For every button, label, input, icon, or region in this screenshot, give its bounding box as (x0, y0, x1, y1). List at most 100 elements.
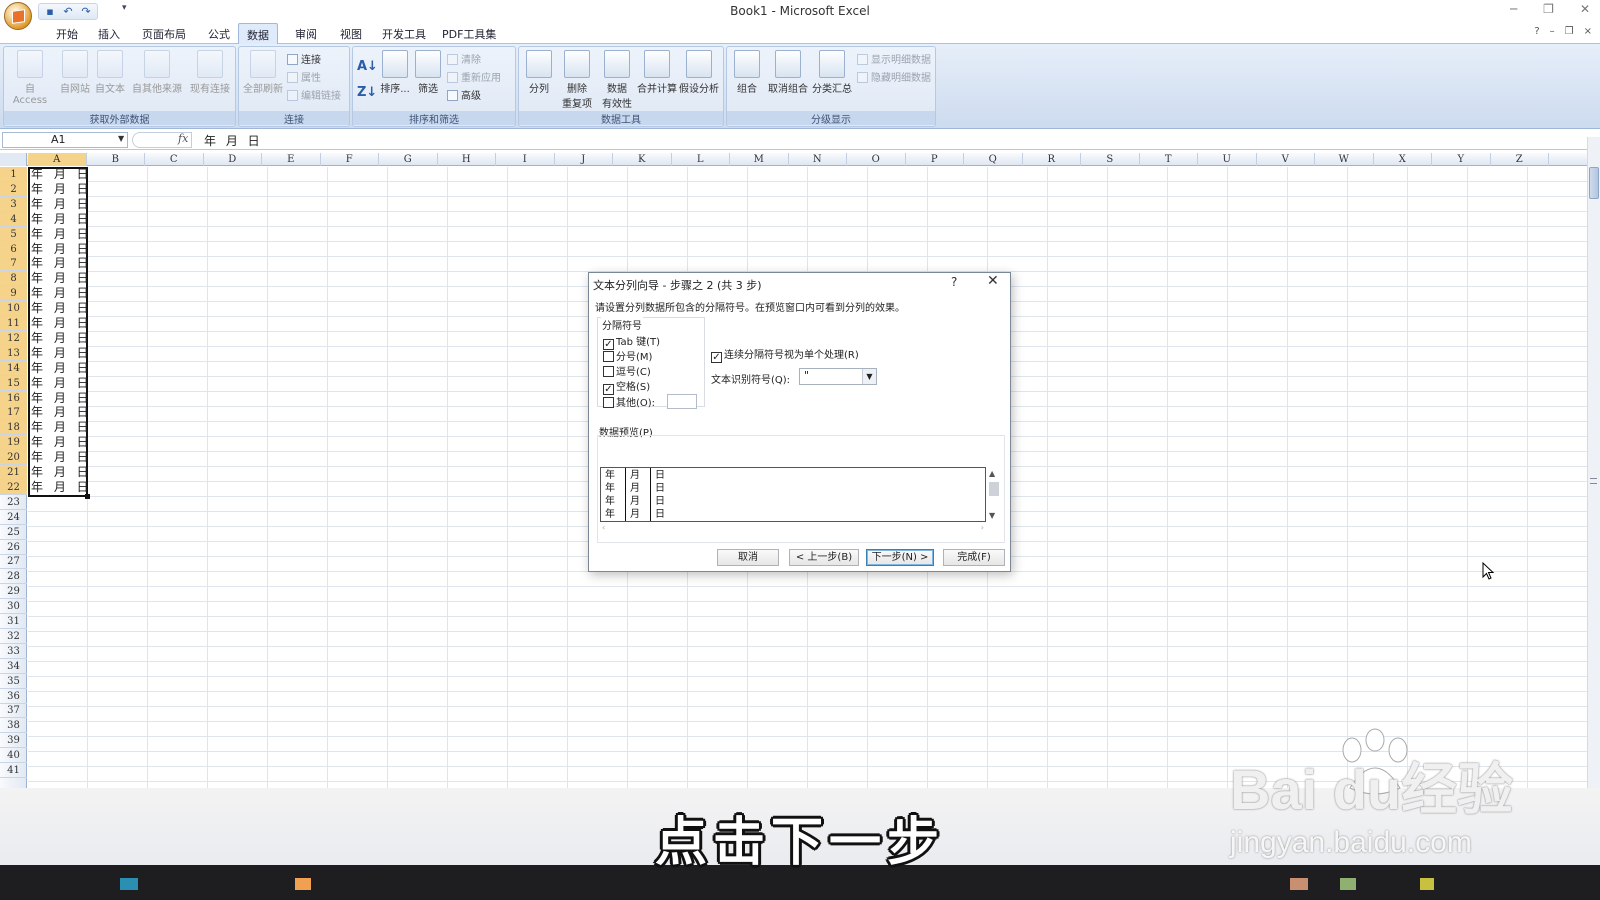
column-header[interactable]: N (789, 153, 847, 166)
clear-filter-button[interactable]: 清除 (447, 51, 481, 66)
row-header[interactable]: 36 (0, 689, 27, 704)
row-header[interactable]: 24 (0, 510, 27, 525)
vertical-scroll-thumb[interactable] (1589, 167, 1599, 199)
cell-a[interactable]: 年 月 日 (31, 405, 92, 420)
advanced-filter-button[interactable]: 高级 (447, 87, 481, 102)
sort-ascending-icon[interactable]: A↓ (357, 59, 378, 74)
data-preview-grid[interactable]: 年月日年月日年月日年月日 (600, 467, 986, 522)
row-header[interactable]: 10 (0, 301, 27, 317)
edit-links-button[interactable]: 编辑链接 (287, 87, 341, 102)
row-header[interactable]: 7 (0, 256, 27, 272)
column-header[interactable]: M (730, 153, 789, 166)
cell-a[interactable]: 年 月 日 (31, 465, 92, 480)
preview-scroll-thumb[interactable] (989, 482, 999, 496)
office-button[interactable] (4, 2, 32, 30)
properties-button[interactable]: 属性 (287, 69, 321, 84)
tab-view[interactable]: 视图 (332, 25, 370, 43)
column-header[interactable]: A (28, 153, 87, 166)
row-header[interactable]: 40 (0, 748, 27, 764)
what-if-analysis-button[interactable]: 假设分析 (677, 50, 721, 95)
column-header[interactable]: C (145, 153, 204, 166)
scroll-up-icon[interactable]: ▲ (989, 469, 995, 478)
column-header[interactable]: K (613, 153, 672, 166)
comma-delimiter-checkbox[interactable]: 逗号(C) (603, 363, 651, 378)
row-header[interactable]: 14 (0, 360, 27, 376)
column-header[interactable]: B (87, 153, 145, 166)
scroll-left-icon[interactable]: ‹ (602, 523, 605, 532)
scroll-right-icon[interactable]: › (981, 523, 984, 532)
cell-a[interactable]: 年 月 日 (31, 227, 92, 242)
column-header[interactable]: P (906, 153, 964, 166)
data-validation-button[interactable]: 数据 有效性 (597, 50, 637, 110)
existing-connections-button[interactable]: 现有连接 (188, 50, 232, 95)
select-all-corner[interactable] (0, 153, 27, 166)
name-box-dropdown-icon[interactable]: ▼ (118, 134, 124, 143)
refresh-all-button[interactable]: 全部刷新 (241, 50, 285, 95)
show-detail-button[interactable]: 显示明细数据 (857, 51, 931, 66)
cell-a[interactable]: 年 月 日 (31, 212, 92, 227)
row-header[interactable]: 21 (0, 465, 27, 480)
row-header[interactable]: 37 (0, 703, 27, 719)
row-header[interactable]: 31 (0, 614, 27, 629)
cell-a[interactable]: 年 月 日 (31, 182, 92, 197)
from-text-button[interactable]: 自文本 (92, 50, 128, 95)
row-header[interactable]: 34 (0, 659, 27, 674)
from-other-sources-button[interactable]: 自其他来源 (128, 50, 186, 95)
row-header[interactable]: 23 (0, 495, 27, 510)
from-web-button[interactable]: 自网站 (56, 50, 94, 95)
chevron-down-icon[interactable]: ▼ (862, 369, 876, 384)
row-header[interactable]: 9 (0, 286, 27, 302)
name-box[interactable]: A1 (2, 132, 128, 148)
column-header[interactable]: G (379, 153, 438, 166)
row-header[interactable]: 1 (0, 167, 27, 182)
sort-descending-icon[interactable]: Z↓ (357, 85, 377, 100)
row-header[interactable]: 6 (0, 241, 27, 257)
tab-developer[interactable]: 开发工具 (374, 25, 434, 43)
row-header[interactable]: 16 (0, 390, 27, 406)
row-header[interactable]: 13 (0, 345, 27, 361)
row-header[interactable]: 20 (0, 450, 27, 466)
column-header[interactable]: I (496, 153, 555, 166)
split-box-icon[interactable] (1590, 478, 1597, 484)
dialog-help-icon[interactable]: ? (951, 275, 957, 289)
ribbon-minimize-icon[interactable]: – (1550, 26, 1555, 37)
tab-review[interactable]: 审阅 (287, 25, 325, 43)
cell-a[interactable]: 年 月 日 (31, 197, 92, 212)
consecutive-delimiters-checkbox[interactable]: ✓ 连续分隔符号视为单个处理(R) (711, 346, 859, 363)
row-header[interactable]: 4 (0, 211, 27, 227)
minimize-button[interactable]: ─ (1510, 2, 1517, 16)
tab-pdf-tools[interactable]: PDF工具集 (434, 25, 504, 43)
row-header[interactable]: 5 (0, 226, 27, 242)
cell-a[interactable]: 年 月 日 (31, 167, 92, 182)
tab-data[interactable]: 数据 (238, 23, 278, 44)
row-header[interactable]: 2 (0, 181, 27, 197)
ribbon-restore-icon[interactable]: ❐ (1565, 26, 1574, 37)
row-header[interactable]: 27 (0, 554, 27, 570)
other-delimiter-checkbox[interactable]: 其他(O): (603, 394, 655, 409)
connections-button[interactable]: 连接 (287, 51, 321, 66)
cell-a[interactable]: 年 月 日 (31, 391, 92, 406)
row-header[interactable]: 11 (0, 316, 27, 331)
reapply-button[interactable]: 重新应用 (447, 69, 501, 84)
cell-a[interactable]: 年 月 日 (31, 286, 92, 301)
vertical-scrollbar[interactable] (1587, 137, 1600, 788)
cell-a[interactable]: 年 月 日 (31, 331, 92, 346)
cell-a[interactable]: 年 月 日 (31, 346, 92, 361)
column-break-line[interactable] (625, 468, 626, 521)
row-header[interactable]: 19 (0, 435, 27, 451)
row-header[interactable]: 38 (0, 718, 27, 734)
cell-a[interactable]: 年 月 日 (31, 420, 92, 435)
row-header[interactable]: 28 (0, 569, 27, 585)
row-header[interactable]: 8 (0, 271, 27, 287)
taskbar-app-icon[interactable] (1340, 878, 1356, 890)
insert-function-icon[interactable]: fx (178, 132, 188, 145)
column-header[interactable]: X (1374, 153, 1432, 166)
row-header[interactable]: 3 (0, 196, 27, 212)
column-header[interactable]: R (1023, 153, 1081, 166)
cancel-button[interactable]: 取消 (717, 549, 779, 566)
column-header[interactable]: U (1198, 153, 1257, 166)
scroll-down-icon[interactable]: ▼ (989, 511, 995, 520)
column-header[interactable]: T (1140, 153, 1198, 166)
formula-input[interactable]: 年 月 日 (204, 132, 263, 149)
column-header[interactable]: O (847, 153, 906, 166)
